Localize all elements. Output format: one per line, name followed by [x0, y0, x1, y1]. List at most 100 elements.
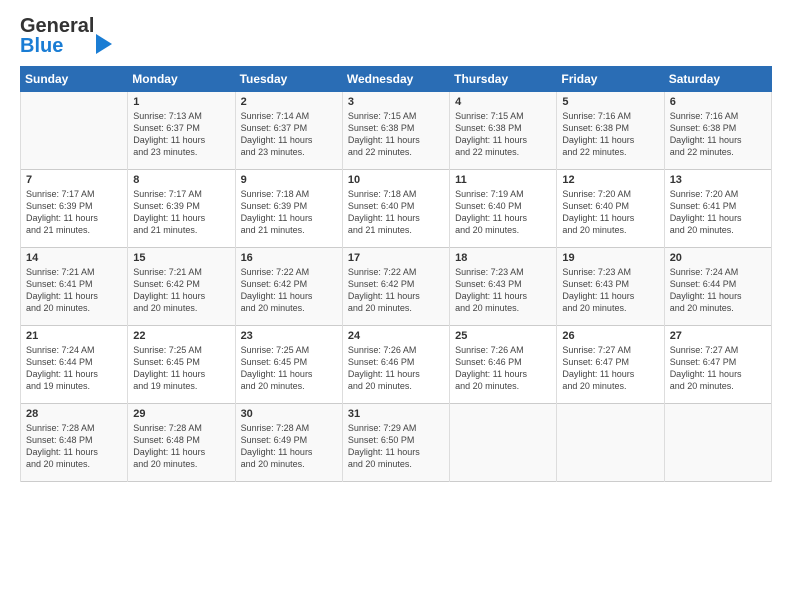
- day-header-friday: Friday: [557, 67, 664, 92]
- cell-content: Sunrise: 7:23 AMSunset: 6:43 PMDaylight:…: [562, 266, 658, 315]
- calendar-cell: 17 Sunrise: 7:22 AMSunset: 6:42 PMDayligh…: [342, 248, 449, 326]
- calendar-cell: 21 Sunrise: 7:24 AMSunset: 6:44 PMDayligh…: [21, 326, 128, 404]
- calendar-cell: 24 Sunrise: 7:26 AMSunset: 6:46 PMDayligh…: [342, 326, 449, 404]
- day-number: 28: [26, 408, 122, 420]
- cell-content: Sunrise: 7:21 AMSunset: 6:42 PMDaylight:…: [133, 266, 229, 315]
- day-number: 14: [26, 252, 122, 264]
- day-header-tuesday: Tuesday: [235, 67, 342, 92]
- cell-content: Sunrise: 7:17 AMSunset: 6:39 PMDaylight:…: [26, 188, 122, 237]
- cell-content: Sunrise: 7:20 AMSunset: 6:40 PMDaylight:…: [562, 188, 658, 237]
- logo-chevron-icon: [96, 34, 112, 54]
- calendar-cell: 8Sunrise: 7:17 AMSunset: 6:39 PMDaylight…: [128, 170, 235, 248]
- cell-content: Sunrise: 7:29 AMSunset: 6:50 PMDaylight:…: [348, 422, 444, 471]
- calendar-cell: 9Sunrise: 7:18 AMSunset: 6:39 PMDaylight…: [235, 170, 342, 248]
- day-number: 26: [562, 330, 658, 342]
- calendar-cell: [557, 404, 664, 482]
- calendar-cell: [664, 404, 771, 482]
- cell-content: Sunrise: 7:20 AMSunset: 6:41 PMDaylight:…: [670, 188, 766, 237]
- day-header-sunday: Sunday: [21, 67, 128, 92]
- calendar-week-0: 1Sunrise: 7:13 AMSunset: 6:37 PMDaylight…: [21, 92, 772, 170]
- cell-content: Sunrise: 7:28 AMSunset: 6:48 PMDaylight:…: [26, 422, 122, 471]
- calendar-cell: 3Sunrise: 7:15 AMSunset: 6:38 PMDaylight…: [342, 92, 449, 170]
- day-number: 25: [455, 330, 551, 342]
- cell-content: Sunrise: 7:23 AMSunset: 6:43 PMDaylight:…: [455, 266, 551, 315]
- calendar-cell: 30 Sunrise: 7:28 AMSunset: 6:49 PMDayligh…: [235, 404, 342, 482]
- cell-content: Sunrise: 7:22 AMSunset: 6:42 PMDaylight:…: [348, 266, 444, 315]
- calendar-cell: 15 Sunrise: 7:21 AMSunset: 6:42 PMDayligh…: [128, 248, 235, 326]
- calendar-cell: 29 Sunrise: 7:28 AMSunset: 6:48 PMDayligh…: [128, 404, 235, 482]
- cell-content: Sunrise: 7:25 AMSunset: 6:45 PMDaylight:…: [241, 344, 337, 393]
- calendar-cell: 6 Sunrise: 7:16 AMSunset: 6:38 PMDaylight…: [664, 92, 771, 170]
- calendar-cell: 5 Sunrise: 7:16 AMSunset: 6:38 PMDaylight…: [557, 92, 664, 170]
- calendar-cell: [21, 92, 128, 170]
- calendar-cell: 26 Sunrise: 7:27 AMSunset: 6:47 PMDayligh…: [557, 326, 664, 404]
- day-number: 17: [348, 252, 444, 264]
- cell-content: Sunrise: 7:19 AMSunset: 6:40 PMDaylight:…: [455, 188, 551, 237]
- cell-content: Sunrise: 7:24 AMSunset: 6:44 PMDaylight:…: [670, 266, 766, 315]
- day-number: 7: [26, 174, 122, 186]
- page: General Blue SundayMondayTuesdayWednesda…: [0, 0, 792, 612]
- calendar-week-2: 14Sunrise: 7:21 AMSunset: 6:41 PMDayligh…: [21, 248, 772, 326]
- day-number: 23: [241, 330, 337, 342]
- day-header-wednesday: Wednesday: [342, 67, 449, 92]
- day-number: 5: [562, 96, 658, 108]
- day-number: 24: [348, 330, 444, 342]
- cell-content: Sunrise: 7:27 AMSunset: 6:47 PMDaylight:…: [562, 344, 658, 393]
- calendar-cell: 12 Sunrise: 7:20 AMSunset: 6:40 PMDayligh…: [557, 170, 664, 248]
- calendar-cell: [450, 404, 557, 482]
- day-number: 10: [348, 174, 444, 186]
- calendar-cell: 14Sunrise: 7:21 AMSunset: 6:41 PMDayligh…: [21, 248, 128, 326]
- cell-content: Sunrise: 7:25 AMSunset: 6:45 PMDaylight:…: [133, 344, 229, 393]
- calendar-cell: 23 Sunrise: 7:25 AMSunset: 6:45 PMDayligh…: [235, 326, 342, 404]
- calendar-week-4: 28 Sunrise: 7:28 AMSunset: 6:48 PMDayligh…: [21, 404, 772, 482]
- logo-line2: Blue: [20, 36, 94, 56]
- cell-content: Sunrise: 7:15 AMSunset: 6:38 PMDaylight:…: [348, 110, 444, 159]
- calendar-cell: 2 Sunrise: 7:14 AMSunset: 6:37 PMDaylight…: [235, 92, 342, 170]
- calendar-cell: 20 Sunrise: 7:24 AMSunset: 6:44 PMDayligh…: [664, 248, 771, 326]
- day-header-saturday: Saturday: [664, 67, 771, 92]
- day-number: 29: [133, 408, 229, 420]
- cell-content: Sunrise: 7:28 AMSunset: 6:48 PMDaylight:…: [133, 422, 229, 471]
- day-number: 19: [562, 252, 658, 264]
- cell-content: Sunrise: 7:18 AMSunset: 6:40 PMDaylight:…: [348, 188, 444, 237]
- day-number: 15: [133, 252, 229, 264]
- day-number: 21: [26, 330, 122, 342]
- day-number: 16: [241, 252, 337, 264]
- day-number: 13: [670, 174, 766, 186]
- day-number: 9: [241, 174, 337, 186]
- cell-content: Sunrise: 7:16 AMSunset: 6:38 PMDaylight:…: [562, 110, 658, 159]
- day-number: 31: [348, 408, 444, 420]
- cell-content: Sunrise: 7:26 AMSunset: 6:46 PMDaylight:…: [455, 344, 551, 393]
- cell-content: Sunrise: 7:16 AMSunset: 6:38 PMDaylight:…: [670, 110, 766, 159]
- calendar-cell: 4Sunrise: 7:15 AMSunset: 6:38 PMDaylight…: [450, 92, 557, 170]
- day-number: 11: [455, 174, 551, 186]
- day-number: 12: [562, 174, 658, 186]
- logo: General Blue: [20, 16, 112, 56]
- calendar-cell: 22Sunrise: 7:25 AMSunset: 6:45 PMDayligh…: [128, 326, 235, 404]
- day-number: 20: [670, 252, 766, 264]
- cell-content: Sunrise: 7:22 AMSunset: 6:42 PMDaylight:…: [241, 266, 337, 315]
- cell-content: Sunrise: 7:28 AMSunset: 6:49 PMDaylight:…: [241, 422, 337, 471]
- day-number: 8: [133, 174, 229, 186]
- day-number: 30: [241, 408, 337, 420]
- cell-content: Sunrise: 7:27 AMSunset: 6:47 PMDaylight:…: [670, 344, 766, 393]
- calendar-cell: 18 Sunrise: 7:23 AMSunset: 6:43 PMDayligh…: [450, 248, 557, 326]
- calendar-cell: 19 Sunrise: 7:23 AMSunset: 6:43 PMDayligh…: [557, 248, 664, 326]
- calendar-cell: 16 Sunrise: 7:22 AMSunset: 6:42 PMDayligh…: [235, 248, 342, 326]
- calendar-cell: 13 Sunrise: 7:20 AMSunset: 6:41 PMDayligh…: [664, 170, 771, 248]
- header: General Blue: [20, 16, 772, 56]
- day-number: 6: [670, 96, 766, 108]
- calendar-cell: 1Sunrise: 7:13 AMSunset: 6:37 PMDaylight…: [128, 92, 235, 170]
- day-number: 18: [455, 252, 551, 264]
- day-number: 2: [241, 96, 337, 108]
- day-header-monday: Monday: [128, 67, 235, 92]
- cell-content: Sunrise: 7:26 AMSunset: 6:46 PMDaylight:…: [348, 344, 444, 393]
- calendar-table: SundayMondayTuesdayWednesdayThursdayFrid…: [20, 66, 772, 482]
- day-number: 4: [455, 96, 551, 108]
- day-header-thursday: Thursday: [450, 67, 557, 92]
- calendar-cell: 11 Sunrise: 7:19 AMSunset: 6:40 PMDayligh…: [450, 170, 557, 248]
- calendar-cell: 25 Sunrise: 7:26 AMSunset: 6:46 PMDayligh…: [450, 326, 557, 404]
- cell-content: Sunrise: 7:24 AMSunset: 6:44 PMDaylight:…: [26, 344, 122, 393]
- cell-content: Sunrise: 7:14 AMSunset: 6:37 PMDaylight:…: [241, 110, 337, 159]
- cell-content: Sunrise: 7:13 AMSunset: 6:37 PMDaylight:…: [133, 110, 229, 159]
